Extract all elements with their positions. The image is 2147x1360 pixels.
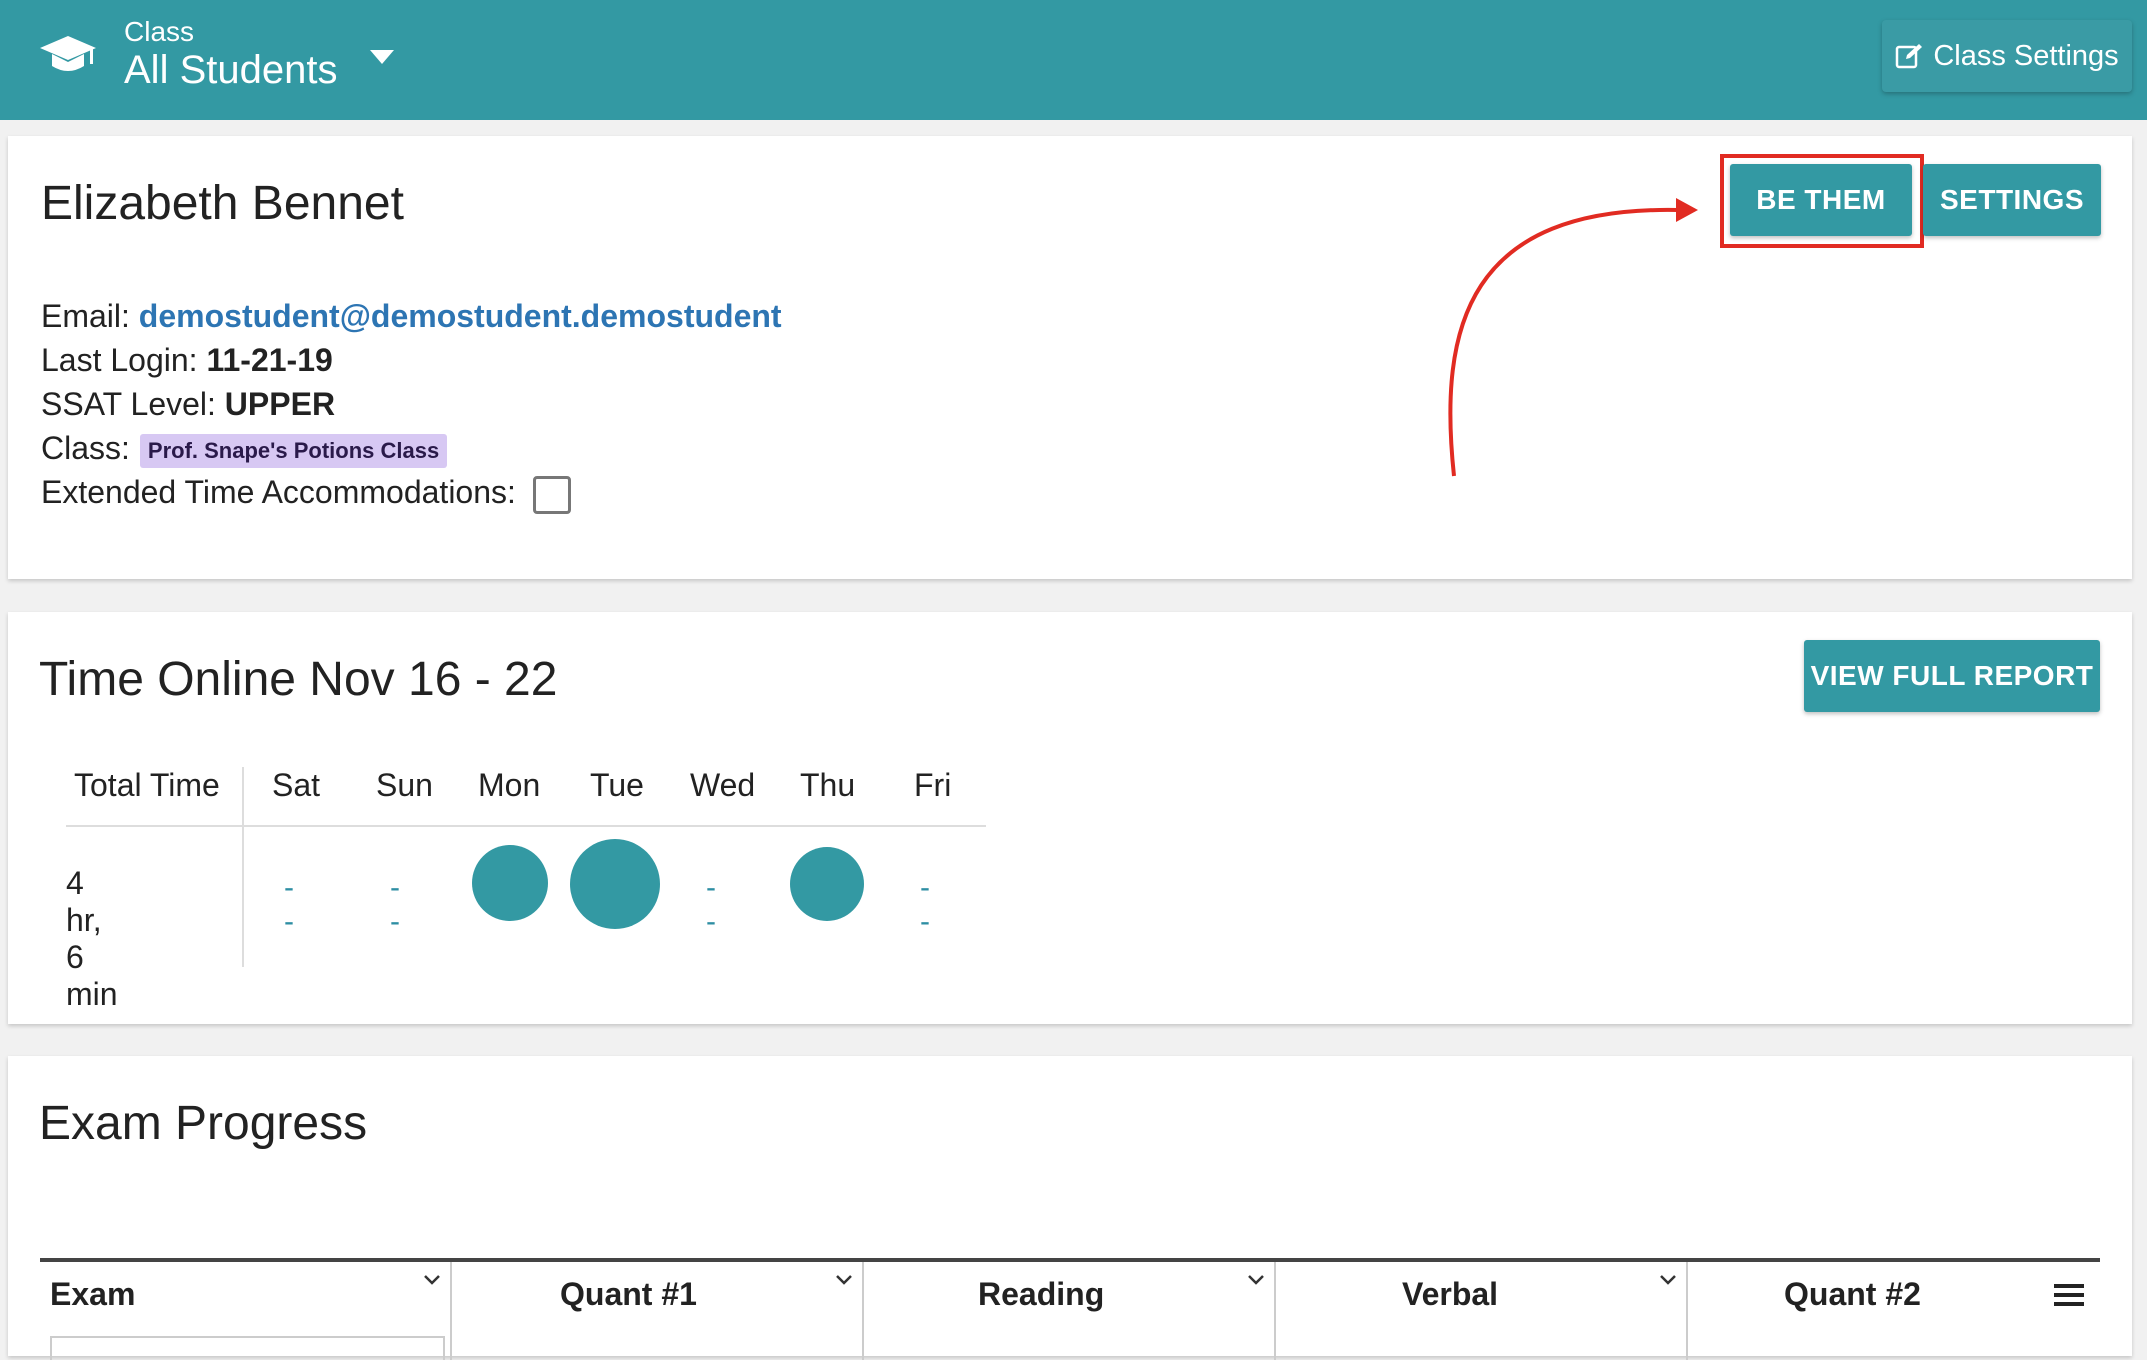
view-full-report-button[interactable]: VIEW FULL REPORT — [1804, 640, 2100, 712]
annotation-arrow — [1448, 198, 1698, 477]
chevron-down-icon[interactable] — [1246, 1270, 1266, 1290]
day-value-sat: -- — [284, 871, 294, 938]
edit-icon — [1896, 44, 1923, 69]
class-label: Class — [124, 16, 195, 47]
settings-button[interactable]: SETTINGS — [1923, 164, 2101, 236]
chevron-down-icon[interactable] — [834, 1270, 854, 1290]
day-header-wed: Wed — [690, 767, 756, 803]
last-login-label: Last Login: — [41, 342, 198, 378]
column-label-verbal: Verbal — [1402, 1276, 1499, 1312]
time-online-title: Time Online Nov 16 - 22 — [39, 653, 558, 706]
last-login-row: Last Login: 11-21-19 — [41, 342, 333, 379]
student-card: Elizabeth Bennet Email: demostudent@demo… — [8, 136, 2132, 579]
extended-time-checkbox[interactable] — [532, 475, 571, 514]
column-label-reading: Reading — [978, 1276, 1105, 1312]
graduation-cap-icon — [40, 36, 96, 71]
total-time-header: Total Time — [74, 767, 220, 803]
activity-dot-thu[interactable] — [790, 847, 864, 921]
class-badge[interactable]: Prof. Snape's Potions Class — [139, 433, 448, 468]
email-label: Email: — [41, 298, 130, 334]
menu-icon[interactable] — [2054, 1282, 2084, 1308]
column-exam[interactable]: Exam — [40, 1262, 452, 1360]
class-selector[interactable]: All Students — [124, 48, 337, 93]
chevron-down-icon[interactable] — [1658, 1270, 1678, 1290]
day-header-tue: Tue — [590, 767, 644, 803]
activity-dot-tue[interactable] — [570, 839, 660, 929]
column-verbal[interactable]: Verbal — [1276, 1262, 1688, 1360]
exam-filter-input[interactable] — [50, 1336, 445, 1360]
class-row: Class: Prof. Snape's Potions Class — [41, 430, 448, 468]
last-login-value: 11-21-19 — [206, 342, 333, 378]
exam-progress-title: Exam Progress — [39, 1097, 368, 1150]
class-settings-button[interactable]: Class Settings — [1882, 20, 2132, 92]
class-settings-label: Class Settings — [1933, 39, 2119, 72]
column-quant-1[interactable]: Quant #1 — [452, 1262, 864, 1360]
column-quant-2[interactable]: Quant #2 — [1688, 1262, 2100, 1360]
column-label-exam: Exam — [50, 1276, 136, 1312]
ssat-row: SSAT Level: UPPER — [41, 386, 335, 423]
caret-down-icon[interactable] — [370, 50, 394, 64]
ssat-label: SSAT Level: — [41, 386, 216, 422]
class-row-label: Class: — [41, 430, 130, 466]
table-divider-vertical — [242, 767, 244, 967]
extended-time-label: Extended Time Accommodations: — [41, 474, 516, 510]
column-label-quant-2: Quant #2 — [1784, 1276, 1921, 1312]
ssat-value: UPPER — [224, 386, 336, 422]
email-row: Email: demostudent@demostudent.demostude… — [41, 298, 782, 335]
total-time-value: 4 hr, 6 min — [66, 865, 118, 1012]
time-online-card: Time Online Nov 16 - 22 VIEW FULL REPORT… — [8, 612, 2132, 1024]
exam-progress-card: Exam Progress Exam Quant #1 Reading Verb… — [8, 1056, 2132, 1360]
chevron-down-icon[interactable] — [422, 1270, 442, 1290]
student-name: Elizabeth Bennet — [41, 177, 404, 230]
day-header-sun: Sun — [376, 767, 433, 803]
column-reading[interactable]: Reading — [864, 1262, 1276, 1360]
day-header-mon: Mon — [478, 767, 541, 803]
day-header-fri: Fri — [914, 767, 952, 803]
day-value-wed: -- — [706, 871, 716, 938]
exam-table-header: Exam Quant #1 Reading Verbal Quant #2 — [40, 1258, 2100, 1360]
day-header-thu: Thu — [800, 767, 856, 803]
activity-dot-mon[interactable] — [472, 845, 548, 921]
day-header-sat: Sat — [272, 767, 321, 803]
column-label-quant-1: Quant #1 — [560, 1276, 697, 1312]
be-them-button[interactable]: BE THEM — [1730, 164, 1912, 236]
email-link[interactable]: demostudent@demostudent.demostudent — [139, 298, 782, 334]
day-value-sun: -- — [390, 871, 400, 938]
day-value-fri: -- — [920, 871, 930, 938]
top-bar: Class All Students Class Settings — [0, 0, 2147, 120]
extended-time-row: Extended Time Accommodations: — [41, 474, 571, 514]
table-divider — [66, 825, 986, 827]
